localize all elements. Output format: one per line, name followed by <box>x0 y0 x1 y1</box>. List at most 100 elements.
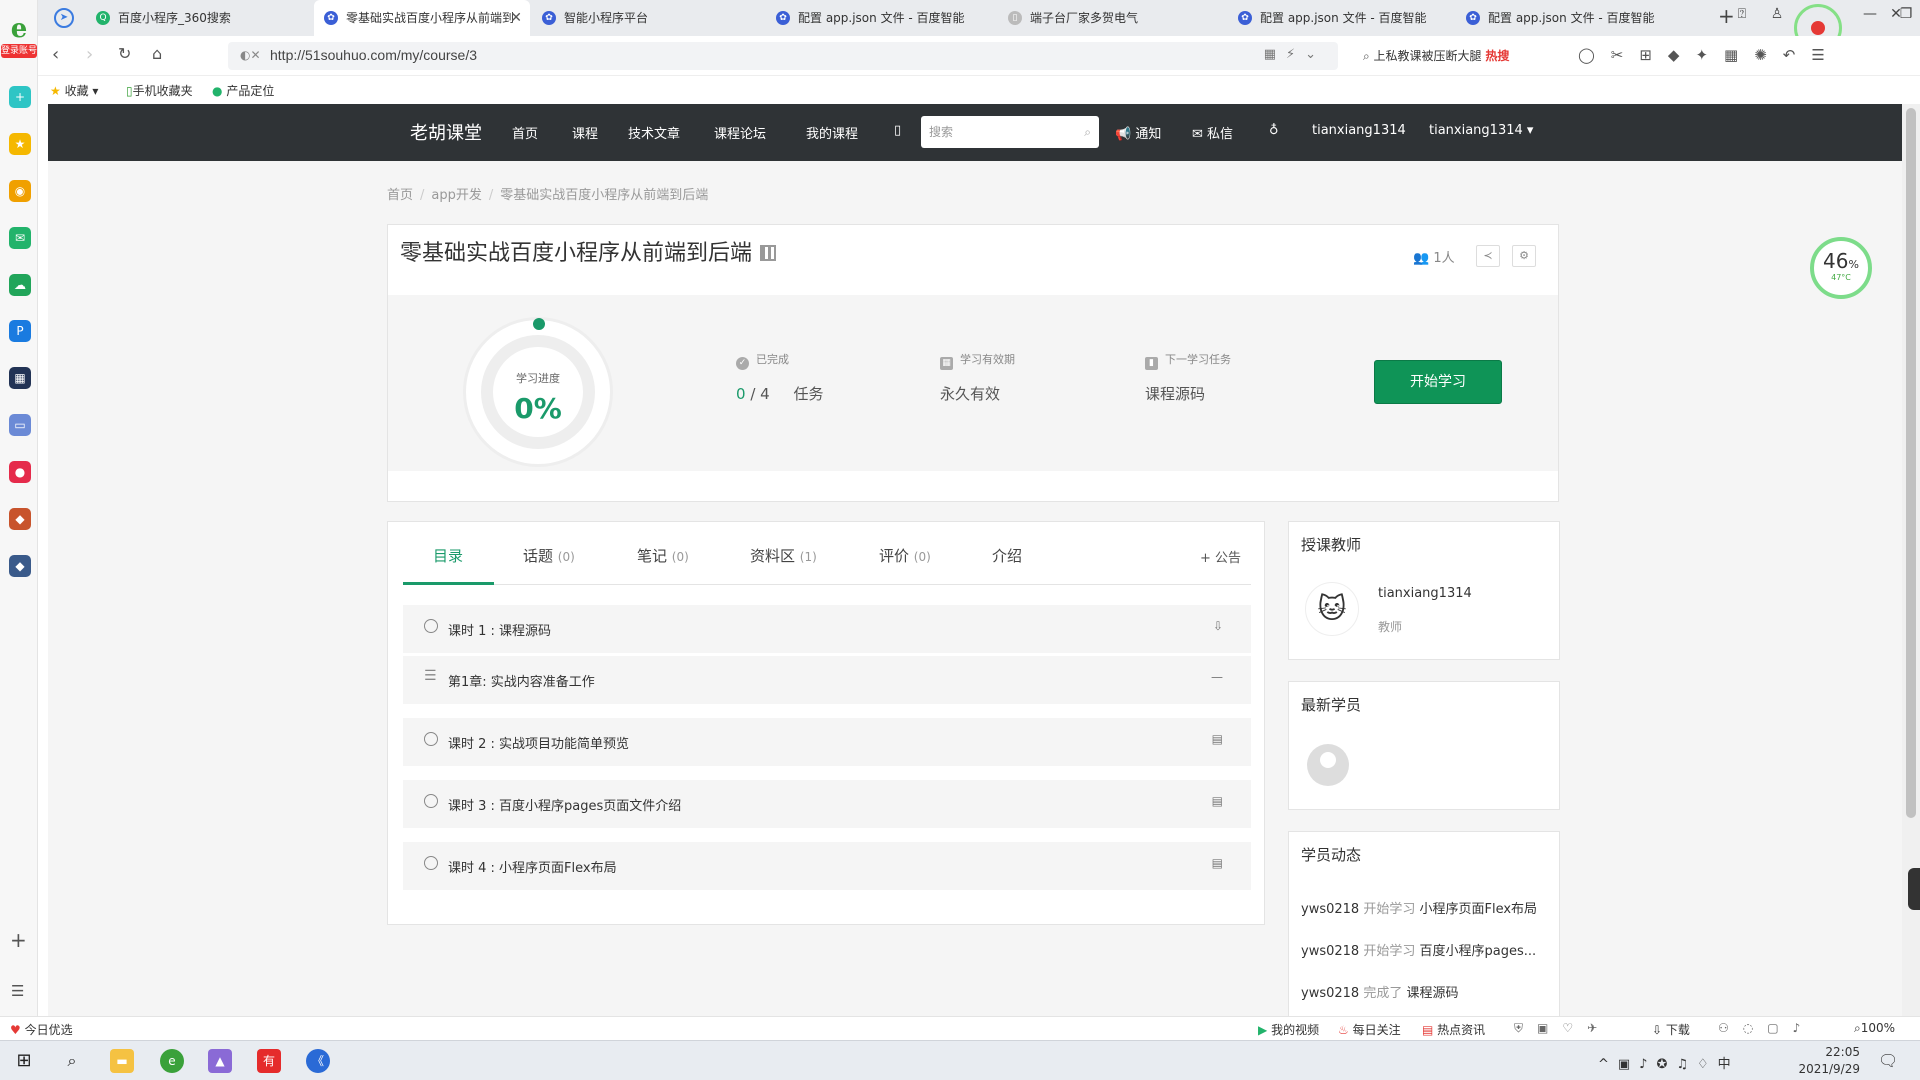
cpu-usage-widget[interactable]: 46% 47°C <box>1810 237 1872 299</box>
home-icon[interactable]: ⌂ <box>152 44 162 63</box>
lesson-item[interactable]: 课时 3 : 百度小程序pages页面文件介绍 ▤ <box>403 780 1251 828</box>
status-tool-icons-2[interactable]: ⚇◌▢♪ <box>1718 1021 1814 1035</box>
nav-user[interactable]: tianxiang1314 <box>1312 123 1406 138</box>
start-learning-button[interactable]: 开始学习 <box>1374 360 1502 404</box>
system-tray-icons[interactable]: ^▣♪✪♫♢中 <box>1598 1053 1740 1072</box>
sidebar-game1-icon[interactable]: ◆ <box>9 508 31 530</box>
nav-home[interactable]: 首页 <box>512 123 538 142</box>
paint-app-icon[interactable]: ▲ <box>208 1049 232 1073</box>
sidebar-red-app-icon[interactable]: ● <box>9 461 31 483</box>
close-icon[interactable]: ✕ <box>510 0 522 36</box>
tab-catalog[interactable]: 目录 <box>433 545 463 566</box>
nav-articles[interactable]: 技术文章 <box>628 123 680 142</box>
nav-notify[interactable]: 📢 通知 <box>1115 123 1161 142</box>
tab-appjson-2[interactable]: ✿ 配置 app.json 文件 - 百度智能 <box>1228 0 1446 36</box>
today-picks[interactable]: ♥ 今日优选 <box>10 1021 73 1038</box>
downloads[interactable]: ⇩ 下载 <box>1652 1021 1690 1038</box>
breadcrumb-home[interactable]: 首页 <box>387 188 413 203</box>
site-security-icon[interactable]: ◐✕ <box>240 48 261 62</box>
lesson-item[interactable]: 课时 4 : 小程序页面Flex布局 ▤ <box>403 842 1251 890</box>
tab-topics[interactable]: 话题 (0) <box>523 545 575 566</box>
side-drawer-handle[interactable] <box>1908 868 1920 910</box>
tab-360-search[interactable]: Q 百度小程序_360搜索 <box>86 0 306 36</box>
site-brand[interactable]: 老胡课堂 <box>410 119 482 145</box>
url-tools-icons[interactable]: ▦⚡⌄ <box>1264 47 1326 62</box>
sidebar-weibo-icon[interactable]: ◉ <box>9 180 31 202</box>
bookmark-mobile[interactable]: ▯手机收藏夹 <box>126 82 193 99</box>
scrollbar-thumb[interactable] <box>1906 108 1916 818</box>
bookmark-favorites[interactable]: ★ 收藏 ▾ <box>50 82 98 99</box>
mobile-icon[interactable]: ▯ <box>894 123 901 138</box>
login-badge[interactable]: 登录账号 <box>1 44 37 58</box>
nav-message[interactable]: ✉ 私信 <box>1192 123 1233 142</box>
back-icon[interactable]: ‹ <box>52 44 59 65</box>
lesson-item[interactable]: 课时 2 : 实战项目功能简单预览 ▤ <box>403 718 1251 766</box>
daily-focus[interactable]: ♨ 每日关注 <box>1338 1021 1401 1038</box>
collapse-icon[interactable]: — <box>1211 670 1223 684</box>
activity-item[interactable]: yws0218 开始学习 百度小程序pages... <box>1301 940 1561 959</box>
chapter-item[interactable]: ☰ 第1章: 实战内容准备工作 — <box>403 656 1251 704</box>
share-button[interactable]: ≺ <box>1476 245 1500 267</box>
nav-courses[interactable]: 课程 <box>572 123 598 142</box>
devtool-icon[interactable]: 《 <box>306 1049 330 1073</box>
url-field[interactable]: ◐✕ http://51souhuo.com/my/course/3 ▦⚡⌄ <box>228 42 1338 70</box>
sidebar-game2-icon[interactable]: ◆ <box>9 555 31 577</box>
tab-intro[interactable]: 介绍 <box>992 545 1022 566</box>
nav-forum[interactable]: 课程论坛 <box>714 123 766 142</box>
teacher-name[interactable]: tianxiang1314 <box>1378 586 1472 601</box>
browser-logo-icon[interactable]: e <box>2 14 36 44</box>
forward-icon[interactable]: › <box>86 44 93 65</box>
zoom-level[interactable]: ⌕100% <box>1854 1021 1895 1036</box>
window-close-icon[interactable]: ✕ <box>1884 6 1908 22</box>
shirt-icon[interactable]: ♙ <box>1765 6 1789 22</box>
sidebar-doc-icon[interactable]: ▭ <box>9 414 31 436</box>
extension-icons[interactable]: ◯✂⊞◆✦▦✺↶☰ <box>1578 46 1841 64</box>
file-explorer-icon[interactable]: ▬ <box>110 1049 134 1073</box>
minimize-icon[interactable]: — <box>1858 6 1882 22</box>
site-search-input[interactable]: 搜索 ⌕ <box>921 116 1099 148</box>
tab-materials[interactable]: 资料区 (1) <box>750 545 817 566</box>
tab-terminal[interactable]: ▯ 端子台厂家多贺电气 <box>998 0 1218 36</box>
sidebar-mail-icon[interactable]: ✉ <box>9 227 31 249</box>
windows-start-icon[interactable]: ⊞ <box>12 1049 36 1073</box>
tab-reviews[interactable]: 评价 (0) <box>879 545 931 566</box>
search-icon[interactable]: ⌕ <box>1084 116 1091 148</box>
student-avatar[interactable] <box>1307 744 1349 786</box>
tab-notes[interactable]: 笔记 (0) <box>637 545 689 566</box>
qrcode-icon[interactable] <box>760 245 777 261</box>
taskbar-clock[interactable]: 22:05 2021/9/29 <box>1796 1044 1860 1078</box>
tab-course[interactable]: ✿ 零基础实战百度小程序从前端到 ✕ <box>314 0 530 36</box>
activity-item[interactable]: yws0218 完成了 课程源码 <box>1301 982 1561 1001</box>
browser-search-box[interactable]: ⌕ 上私教课被压断大腿 热搜 <box>1363 44 1568 68</box>
teacher-avatar[interactable]: 🐱 <box>1305 582 1359 636</box>
tab-appjson-1[interactable]: ✿ 配置 app.json 文件 - 百度智能 <box>766 0 988 36</box>
help-icon[interactable]: ⍰ <box>1730 6 1754 22</box>
status-tool-icons[interactable]: ⛨▣♡✈ <box>1514 1021 1611 1036</box>
notification-icon[interactable]: 🗨 <box>1878 1051 1898 1070</box>
reload-icon[interactable]: ↻ <box>118 44 131 63</box>
youdao-icon[interactable]: 有 <box>257 1049 281 1073</box>
sidebar-star-icon[interactable]: ★ <box>9 133 31 155</box>
hot-news[interactable]: ▤ 热点资讯 <box>1422 1021 1485 1038</box>
sidebar-add-app-icon[interactable]: + <box>9 86 31 108</box>
tab-appjson-3[interactable]: ✿ 配置 app.json 文件 - 百度智能 <box>1456 0 1684 36</box>
lesson-item[interactable]: 课时 1 : 课程源码 ⇩ <box>403 605 1251 653</box>
sidebar-cloud-icon[interactable]: ☁ <box>9 274 31 296</box>
nav-user-dropdown[interactable]: tianxiang1314 ▾ <box>1429 123 1533 138</box>
sidebar-menu-icon[interactable]: ☰ <box>11 982 24 1000</box>
search-icon[interactable]: ⌕ <box>60 1049 84 1073</box>
tab-smart-platform[interactable]: ✿ 智能小程序平台 <box>532 0 754 36</box>
my-videos[interactable]: ▶ 我的视频 <box>1258 1021 1319 1038</box>
sidebar-add-icon[interactable]: + <box>10 928 27 952</box>
browser-360-icon[interactable]: e <box>160 1049 184 1073</box>
sidebar-news-icon[interactable]: ▦ <box>9 367 31 389</box>
breadcrumb-category[interactable]: app开发 <box>431 188 481 203</box>
activity-item[interactable]: yws0218 开始学习 小程序页面Flex布局 <box>1301 898 1561 917</box>
medal-icon[interactable]: ♁ <box>1269 123 1279 138</box>
bookmark-product[interactable]: ● 产品定位 <box>212 82 274 99</box>
nav-my-courses[interactable]: 我的课程 <box>806 123 858 142</box>
navigation-icon[interactable]: ➤ <box>54 8 74 28</box>
download-icon[interactable]: ⇩ <box>1213 619 1223 633</box>
sidebar-p-icon[interactable]: P <box>9 320 31 342</box>
settings-button[interactable]: ⚙ <box>1512 245 1536 267</box>
